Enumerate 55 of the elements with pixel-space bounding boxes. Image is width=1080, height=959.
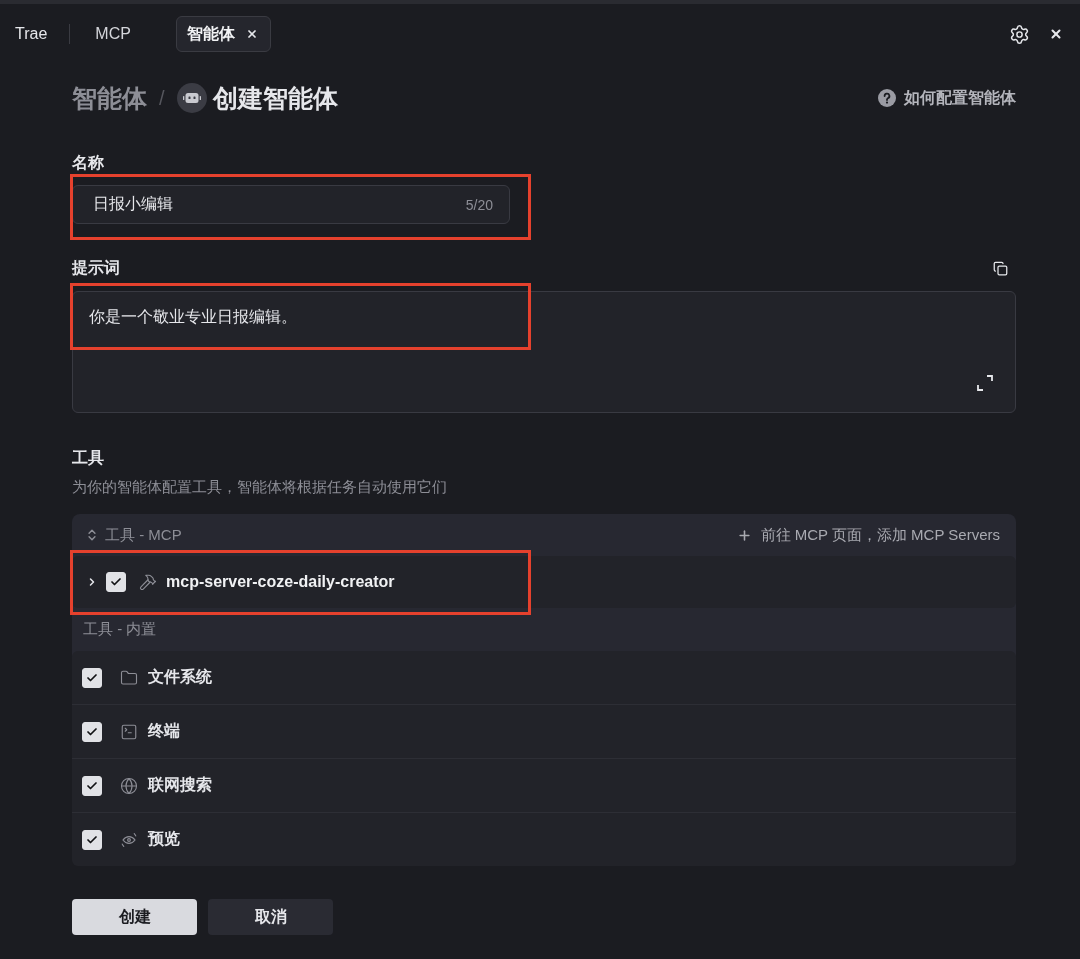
section-header: 工具 - MCP: [105, 525, 182, 545]
check-icon: [110, 576, 122, 588]
check-icon: [86, 725, 98, 738]
tool-row[interactable]: 联网搜索: [72, 758, 1016, 812]
close-icon[interactable]: [245, 28, 258, 40]
tool-name: 文件系统: [148, 667, 212, 687]
field-label: 提示词: [72, 258, 120, 278]
tool-row[interactable]: 终端: [72, 704, 1016, 758]
section-header: 工具 - 内置: [83, 620, 157, 639]
checkbox[interactable]: [82, 775, 102, 796]
breadcrumb-separator: /: [159, 86, 165, 111]
settings-icon[interactable]: [1009, 23, 1030, 45]
prompt-text: 你是一个敬业专业日报编辑。: [89, 308, 297, 325]
app-name: Trae: [15, 25, 48, 43]
folder-icon: [120, 668, 138, 687]
field-label: 名称: [72, 153, 104, 173]
section-description: 为你的智能体配置工具，智能体将根据任务自动使用它们: [72, 477, 447, 497]
prompt-input[interactable]: 你是一个敬业专业日报编辑。: [72, 291, 1016, 413]
mcp-server-row[interactable]: mcp-server-coze-daily-creator: [72, 556, 1016, 608]
help-link[interactable]: 如何配置智能体: [878, 87, 1016, 109]
add-mcp-link[interactable]: 前往 MCP 页面，添加 MCP Servers: [736, 525, 1000, 545]
copy-icon[interactable]: [993, 260, 1008, 276]
globe-icon: [120, 776, 138, 795]
eye-icon: [120, 830, 138, 849]
check-icon: [86, 779, 98, 792]
server-name: mcp-server-coze-daily-creator: [166, 573, 395, 591]
section-title: 工具: [72, 448, 104, 468]
input-value: 日报小编辑: [93, 194, 173, 214]
create-button[interactable]: 创建: [72, 899, 197, 935]
tab[interactable]: MCP: [84, 16, 142, 52]
check-icon: [86, 671, 98, 684]
hammer-icon: [139, 573, 157, 591]
tab[interactable]: 智能体: [175, 16, 271, 52]
checkbox[interactable]: [82, 829, 102, 850]
name-input[interactable]: 日报小编辑 5/20: [72, 185, 510, 224]
tool-name: 联网搜索: [148, 775, 212, 795]
char-counter: 5/20: [465, 196, 493, 213]
tool-row[interactable]: 预览: [72, 812, 1016, 866]
expand-icon[interactable]: [977, 375, 993, 391]
breadcrumb-link[interactable]: 智能体: [72, 83, 147, 113]
collapse-toggle-icon[interactable]: [85, 528, 99, 542]
terminal-icon: [120, 722, 138, 741]
robot-icon: [176, 83, 207, 113]
tool-name: 预览: [148, 829, 180, 849]
help-icon: [878, 89, 896, 107]
close-icon[interactable]: [1049, 27, 1063, 41]
checkbox[interactable]: [82, 667, 102, 688]
checkbox[interactable]: [82, 721, 102, 742]
plus-icon: [736, 527, 752, 543]
cancel-button[interactable]: 取消: [208, 899, 333, 935]
checkbox[interactable]: [106, 572, 126, 592]
check-icon: [86, 833, 98, 846]
tool-row[interactable]: 文件系统: [72, 651, 1016, 704]
tool-name: 终端: [148, 721, 180, 741]
page-title: 创建智能体: [212, 83, 338, 113]
